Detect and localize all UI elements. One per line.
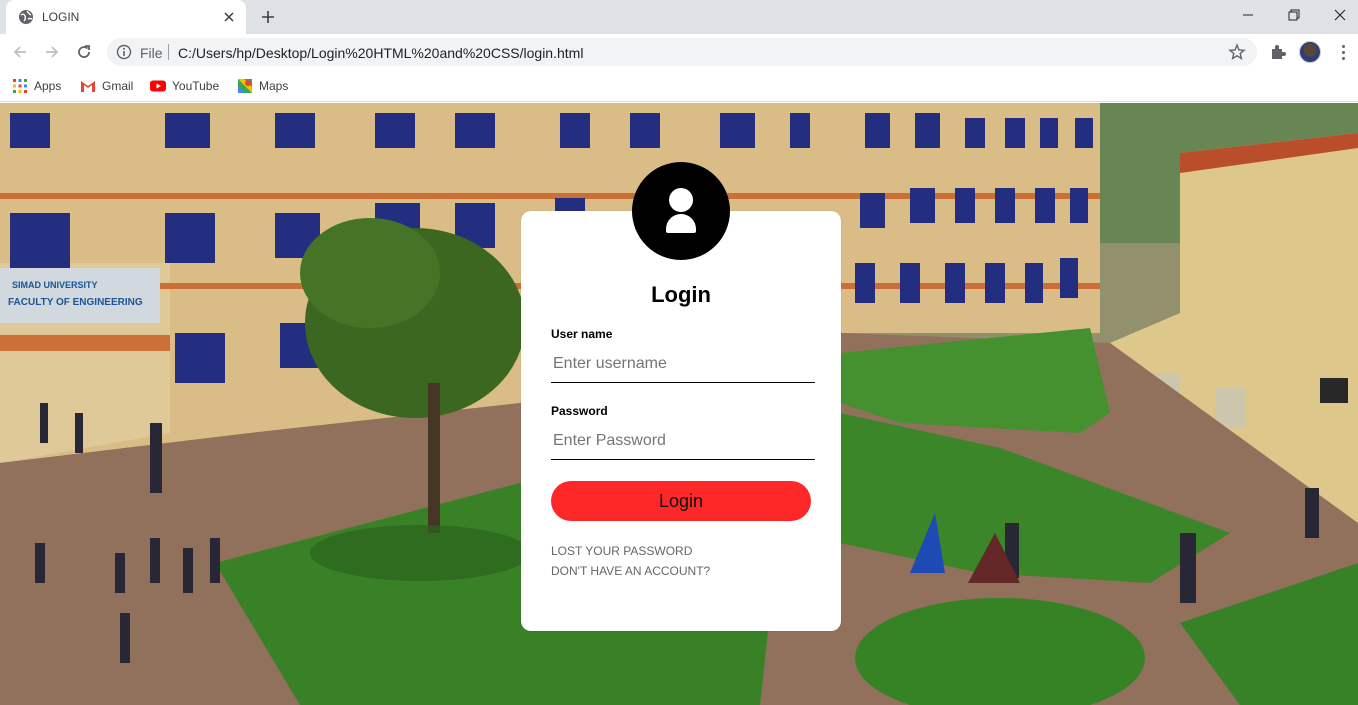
lost-password-link[interactable]: LOST YOUR PASSWORD [551,544,692,558]
close-window-icon[interactable] [1317,0,1358,30]
login-card: Login User name Password Login LOST YOUR… [521,211,841,631]
apps-grid-icon [13,79,27,93]
maps-icon [238,79,252,93]
bookmark-label: Apps [34,79,62,93]
page-viewport: SIMAD UNIVERSITY FACULTY OF ENGINEERING … [0,103,1358,705]
bookmark-label: Maps [259,79,289,93]
browser-toolbar: File C:/Users/hp/Desktop/Login%20HTML%20… [0,34,1358,70]
browser-tab[interactable]: LOGIN [6,0,246,34]
address-divider [168,44,169,60]
username-input[interactable] [551,345,815,383]
youtube-icon [150,80,166,92]
create-account-link[interactable]: DON'T HAVE AN ACCOUNT? [551,564,710,578]
back-icon[interactable] [8,40,32,64]
address-scheme: File [140,45,163,61]
bookmark-gmail[interactable]: Gmail [80,77,133,95]
restore-icon[interactable] [1271,0,1317,30]
bookmark-label: Gmail [102,79,134,93]
bookmark-youtube[interactable]: YouTube [150,77,219,95]
login-title: Login [651,282,711,307]
extensions-puzzle-icon[interactable] [1268,42,1288,62]
new-tab-icon[interactable] [256,6,280,28]
password-label: Password [551,404,608,418]
address-url[interactable]: C:/Users/hp/Desktop/Login%20HTML%20and%2… [178,45,583,61]
bookmark-maps[interactable]: Maps [237,77,288,95]
address-bar[interactable]: File C:/Users/hp/Desktop/Login%20HTML%20… [107,38,1257,66]
globe-icon [19,10,33,24]
avatar-body-shape [666,214,696,233]
user-avatar-icon [632,162,730,260]
forward-icon[interactable] [40,40,64,64]
bookmark-label: YouTube [172,79,220,93]
bookmark-star-icon[interactable] [1228,43,1246,61]
reload-icon[interactable] [72,40,96,64]
profile-avatar[interactable] [1299,41,1321,63]
gmail-icon [81,81,95,92]
close-tab-icon[interactable] [220,8,238,26]
avatar-head-shape [669,188,693,212]
bookmark-apps[interactable]: Apps [12,77,61,95]
site-info-icon[interactable] [116,44,132,60]
bookmarks-bar: Apps Gmail YouTube Maps [0,70,1358,102]
minimize-icon[interactable] [1225,0,1271,30]
username-label: User name [551,327,613,341]
tab-title: LOGIN [42,10,80,24]
tab-strip: LOGIN [0,0,1358,34]
password-input[interactable] [551,422,815,460]
menu-kebab-icon[interactable] [1333,42,1353,62]
login-button[interactable]: Login [551,481,811,521]
